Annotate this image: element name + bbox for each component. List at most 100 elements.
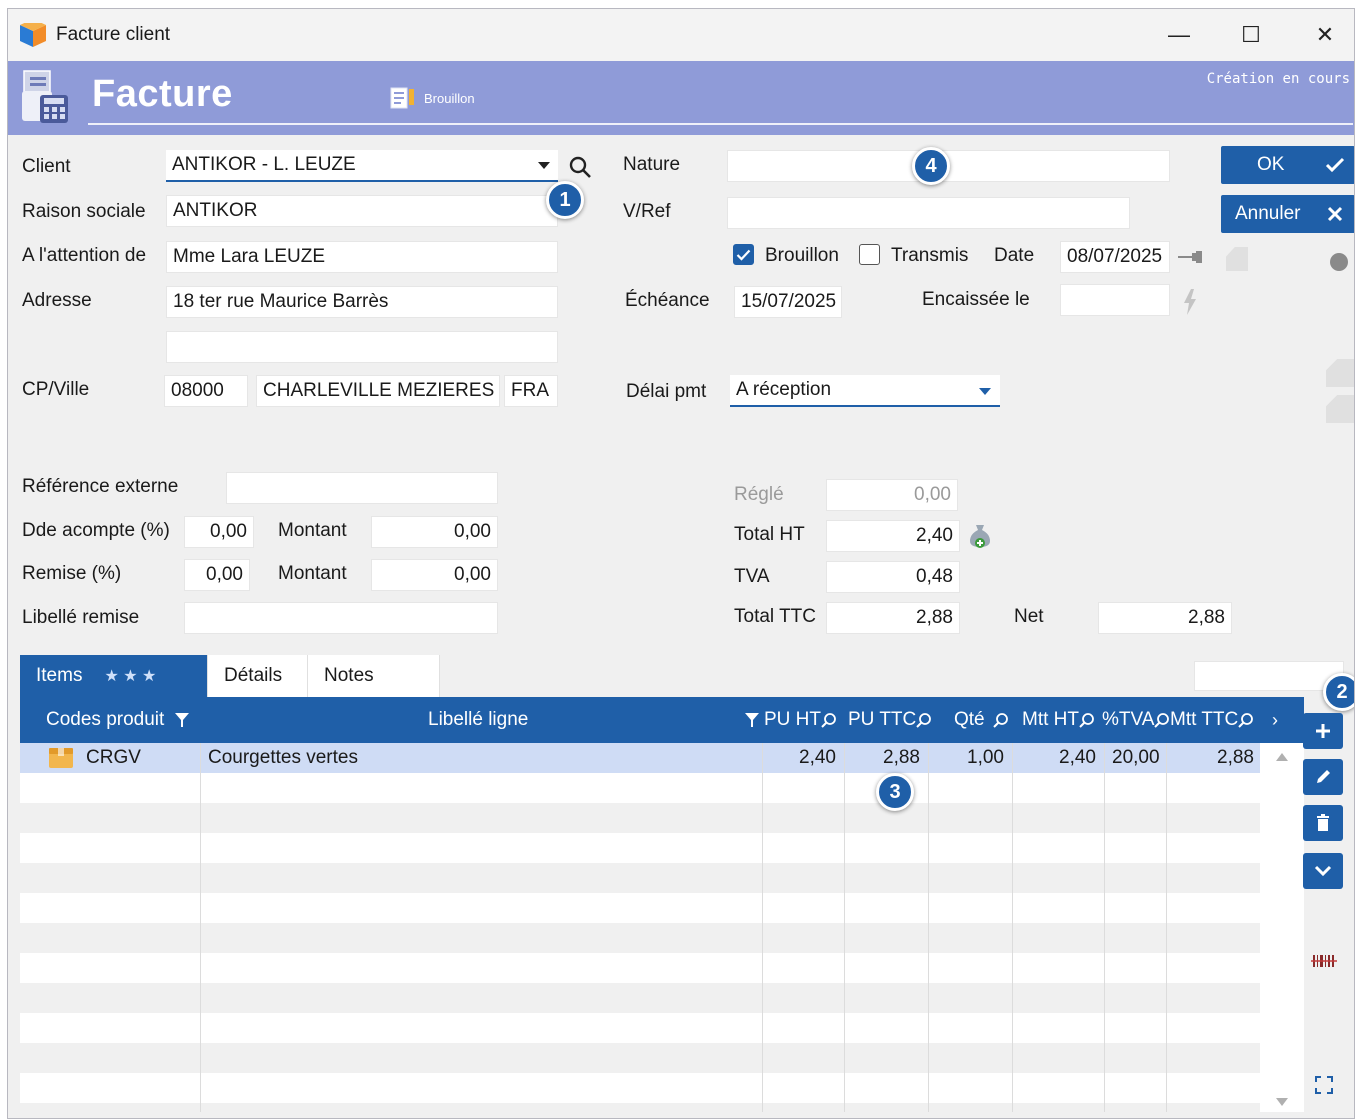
title-bar: Facture client — ☐ ✕ bbox=[8, 9, 1354, 61]
col-pu-ttc[interactable]: PU TTC bbox=[848, 697, 932, 743]
dropdown-arrow-icon[interactable] bbox=[537, 161, 551, 171]
tab-items[interactable]: Items ★ ★ ★ bbox=[20, 655, 208, 697]
corner-shape-1 bbox=[1226, 247, 1248, 271]
edit-line-button[interactable] bbox=[1303, 759, 1343, 795]
remise-pct-input[interactable]: 0,00 bbox=[184, 559, 250, 591]
scroll-up-icon[interactable] bbox=[1276, 753, 1288, 761]
vref-input[interactable] bbox=[727, 197, 1130, 229]
acompte-montant-input[interactable]: 0,00 bbox=[371, 516, 498, 548]
delai-combo[interactable]: A réception bbox=[730, 375, 1000, 407]
magnifier-icon[interactable] bbox=[1154, 712, 1170, 728]
col-libelle-ligne[interactable]: Libellé ligne bbox=[428, 697, 528, 743]
cell-code: CRGV bbox=[86, 747, 141, 768]
annuler-label: Annuler bbox=[1235, 203, 1301, 224]
magnifier-icon[interactable] bbox=[1238, 712, 1254, 728]
table-row[interactable] bbox=[20, 1103, 1260, 1112]
col-mtt-ttc[interactable]: Mtt TTC bbox=[1170, 697, 1254, 743]
box-icon bbox=[49, 748, 73, 768]
pin-icon[interactable] bbox=[1178, 250, 1206, 264]
col-pu-ht-label: PU HT bbox=[764, 709, 821, 730]
check-icon bbox=[736, 249, 751, 261]
minimize-button[interactable]: — bbox=[1148, 15, 1210, 55]
col-pu-ht[interactable]: PU HT bbox=[744, 697, 837, 743]
table-row[interactable] bbox=[20, 923, 1260, 953]
brouillon-checkbox[interactable] bbox=[733, 244, 754, 265]
scroll-down-icon[interactable] bbox=[1276, 1098, 1288, 1106]
remise-montant-input[interactable]: 0,00 bbox=[371, 559, 498, 591]
grid-header: Codes produit Libellé ligne PU HT PU TTC… bbox=[20, 697, 1304, 743]
table-row[interactable] bbox=[20, 1073, 1260, 1103]
total-ttc-input: 2,88 bbox=[826, 602, 960, 634]
money-bag-icon[interactable] bbox=[966, 521, 994, 549]
cell-qte: 1,00 bbox=[967, 747, 1004, 768]
col-tva[interactable]: %TVA bbox=[1102, 697, 1170, 743]
regle-input: 0,00 bbox=[826, 479, 958, 511]
table-row[interactable] bbox=[20, 863, 1260, 893]
status-dot-icon bbox=[1330, 253, 1348, 271]
search-icon[interactable] bbox=[568, 155, 592, 179]
callout-badge-1: 1 bbox=[546, 181, 584, 219]
magnifier-icon[interactable] bbox=[1079, 712, 1095, 728]
magnifier-icon[interactable] bbox=[992, 712, 1009, 728]
raison-sociale-input[interactable]: ANTIKOR bbox=[166, 195, 558, 227]
table-row[interactable] bbox=[20, 803, 1260, 833]
ville-input[interactable]: CHARLEVILLE MEZIERES bbox=[256, 375, 500, 407]
date-input[interactable]: 08/07/2025 bbox=[1060, 241, 1170, 273]
date-label: Date bbox=[994, 245, 1035, 266]
column-divider bbox=[762, 743, 763, 1112]
echeance-input[interactable]: 15/07/2025 bbox=[734, 286, 842, 318]
close-button[interactable]: ✕ bbox=[1294, 15, 1354, 55]
window-title: Facture client bbox=[56, 24, 171, 45]
col-mtt-ht[interactable]: Mtt HT bbox=[1022, 697, 1095, 743]
filter-icon[interactable] bbox=[744, 712, 760, 728]
encaissee-input[interactable] bbox=[1060, 284, 1170, 316]
items-grid: Codes produit Libellé ligne PU HT PU TTC… bbox=[20, 697, 1304, 1112]
libelle-remise-input[interactable] bbox=[184, 602, 498, 634]
client-combo[interactable]: ANTIKOR - L. LEUZE bbox=[166, 150, 558, 182]
creation-status: Création en cours bbox=[1206, 71, 1350, 87]
table-row[interactable]: CRGV Courgettes vertes 2,40 2,88 1,00 2,… bbox=[20, 743, 1260, 773]
delai-dropdown-arrow-icon[interactable] bbox=[978, 387, 992, 397]
tab-notes[interactable]: Notes bbox=[308, 655, 440, 697]
table-row[interactable] bbox=[20, 1013, 1260, 1043]
maximize-button[interactable]: ☐ bbox=[1220, 15, 1282, 55]
transmis-checkbox[interactable] bbox=[859, 244, 880, 265]
chevron-down-icon bbox=[1314, 865, 1332, 877]
expand-icon[interactable] bbox=[1314, 1075, 1334, 1095]
brouillon-label: Brouillon bbox=[765, 245, 839, 266]
vertical-scrollbar[interactable] bbox=[1262, 743, 1304, 1112]
attention-input[interactable]: Mme Lara LEUZE bbox=[166, 241, 558, 273]
scroll-right-icon[interactable]: › bbox=[1272, 697, 1278, 743]
table-row[interactable] bbox=[20, 833, 1260, 863]
barcode-icon[interactable] bbox=[1311, 951, 1337, 971]
magnifier-icon[interactable] bbox=[916, 712, 932, 728]
annuler-button[interactable]: Annuler bbox=[1221, 195, 1354, 233]
acompte-pct-input[interactable]: 0,00 bbox=[184, 516, 254, 548]
column-divider bbox=[844, 743, 845, 1112]
filter-icon[interactable] bbox=[174, 712, 190, 728]
grid-search-input[interactable] bbox=[1194, 661, 1344, 691]
column-divider bbox=[1012, 743, 1013, 1112]
magnifier-icon[interactable] bbox=[821, 712, 837, 728]
tab-details[interactable]: Détails bbox=[208, 655, 308, 697]
cp-input[interactable]: 08000 bbox=[164, 375, 248, 407]
ref-externe-input[interactable] bbox=[226, 472, 498, 504]
table-row[interactable] bbox=[20, 773, 1260, 803]
adresse-line2-input[interactable] bbox=[166, 331, 558, 363]
col-codes-produit[interactable]: Codes produit bbox=[46, 697, 190, 743]
cell-mtt-ht: 2,40 bbox=[1059, 747, 1096, 768]
adresse-line1-input[interactable]: 18 ter rue Maurice Barrès bbox=[166, 286, 558, 318]
col-qte[interactable]: Qté bbox=[954, 697, 1009, 743]
delete-line-button[interactable] bbox=[1303, 805, 1343, 841]
table-row[interactable] bbox=[20, 953, 1260, 983]
table-row[interactable] bbox=[20, 983, 1260, 1013]
pays-input[interactable]: FRA bbox=[504, 375, 558, 407]
cell-libelle: Courgettes vertes bbox=[208, 747, 358, 768]
lightning-icon[interactable] bbox=[1183, 289, 1197, 315]
move-down-button[interactable] bbox=[1303, 853, 1343, 889]
add-line-button[interactable] bbox=[1303, 713, 1343, 749]
ok-button[interactable]: OK bbox=[1221, 146, 1354, 184]
table-row[interactable] bbox=[20, 1043, 1260, 1073]
total-ht-label: Total HT bbox=[734, 524, 805, 545]
table-row[interactable] bbox=[20, 893, 1260, 923]
